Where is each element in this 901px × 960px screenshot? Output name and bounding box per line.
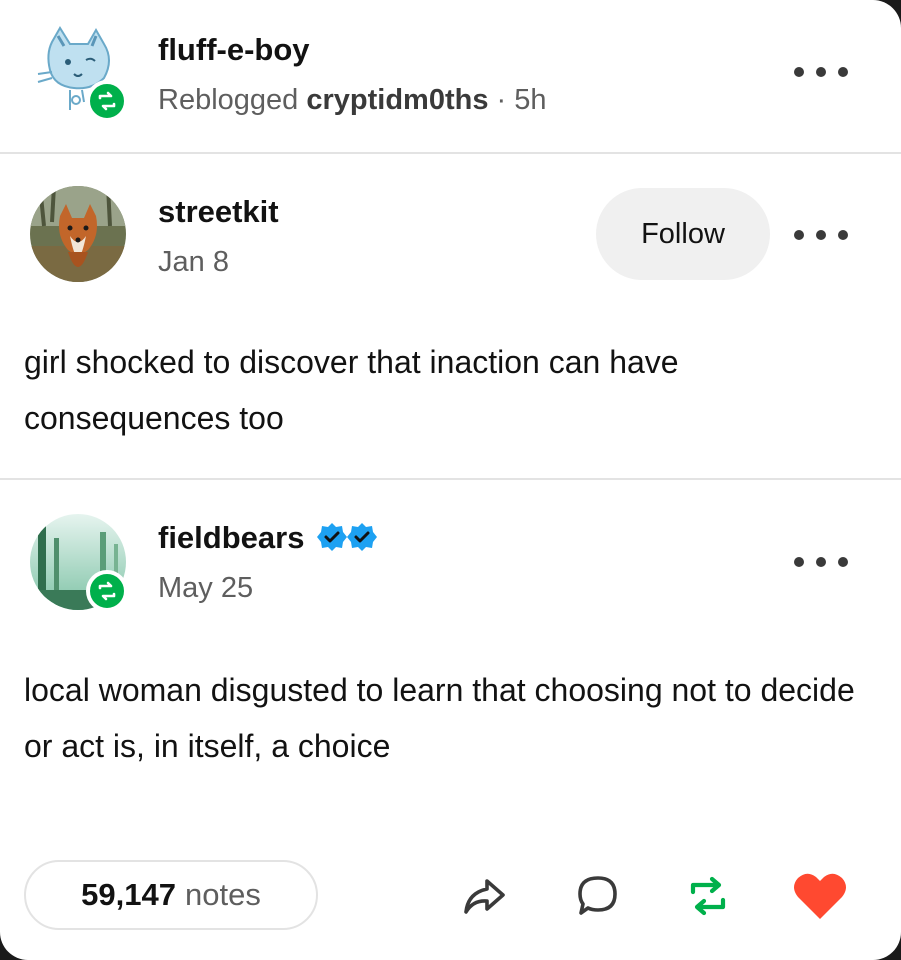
reblogged-from-username[interactable]: cryptidm0ths bbox=[306, 84, 488, 116]
separator: · bbox=[496, 84, 507, 116]
reblog-badge-icon bbox=[86, 80, 128, 122]
streetkit-date: Jan 8 bbox=[158, 246, 229, 278]
heart-icon bbox=[794, 873, 846, 919]
fieldbears-date: May 25 bbox=[158, 572, 254, 604]
like-button[interactable] bbox=[792, 868, 848, 924]
notes-button[interactable]: 59,147 notes bbox=[24, 860, 318, 930]
reblogger-username[interactable]: fluff-e-boy bbox=[158, 32, 310, 68]
divider-2 bbox=[0, 478, 901, 480]
reblog-icon bbox=[690, 876, 726, 916]
verified-badge-icon bbox=[347, 523, 378, 551]
reblog-badge-icon bbox=[86, 570, 128, 612]
post-card: fluff-e-boy Reblogged cryptidm0ths · 5h … bbox=[0, 0, 901, 960]
share-button[interactable] bbox=[456, 868, 512, 924]
reblog-time: 5h bbox=[514, 84, 547, 116]
fieldbears-username-row: fieldbears bbox=[158, 520, 378, 556]
divider-1 bbox=[0, 152, 901, 154]
reblog-button[interactable] bbox=[680, 868, 736, 924]
reply-icon bbox=[578, 876, 617, 915]
notes-count: 59,147 bbox=[81, 877, 176, 912]
fieldbears-username[interactable]: fieldbears bbox=[158, 520, 304, 555]
post1-body: girl shocked to discover that inaction c… bbox=[24, 344, 679, 436]
verified-badge-icon bbox=[317, 523, 348, 551]
more-options-button-post2[interactable] bbox=[794, 552, 848, 572]
more-options-button-header[interactable] bbox=[794, 62, 848, 82]
post2-body: local woman disgusted to learn that choo… bbox=[24, 672, 855, 764]
streetkit-username[interactable]: streetkit bbox=[158, 194, 279, 230]
share-icon bbox=[464, 879, 505, 914]
reblog-info: Reblogged cryptidm0ths · 5h bbox=[158, 84, 547, 117]
reply-button[interactable] bbox=[570, 868, 626, 924]
reblogged-prefix: Reblogged bbox=[158, 84, 299, 116]
follow-button[interactable]: Follow bbox=[596, 188, 770, 280]
notes-label: notes bbox=[184, 877, 261, 912]
streetkit-avatar[interactable] bbox=[30, 186, 126, 282]
more-options-button-post1[interactable] bbox=[794, 225, 848, 245]
